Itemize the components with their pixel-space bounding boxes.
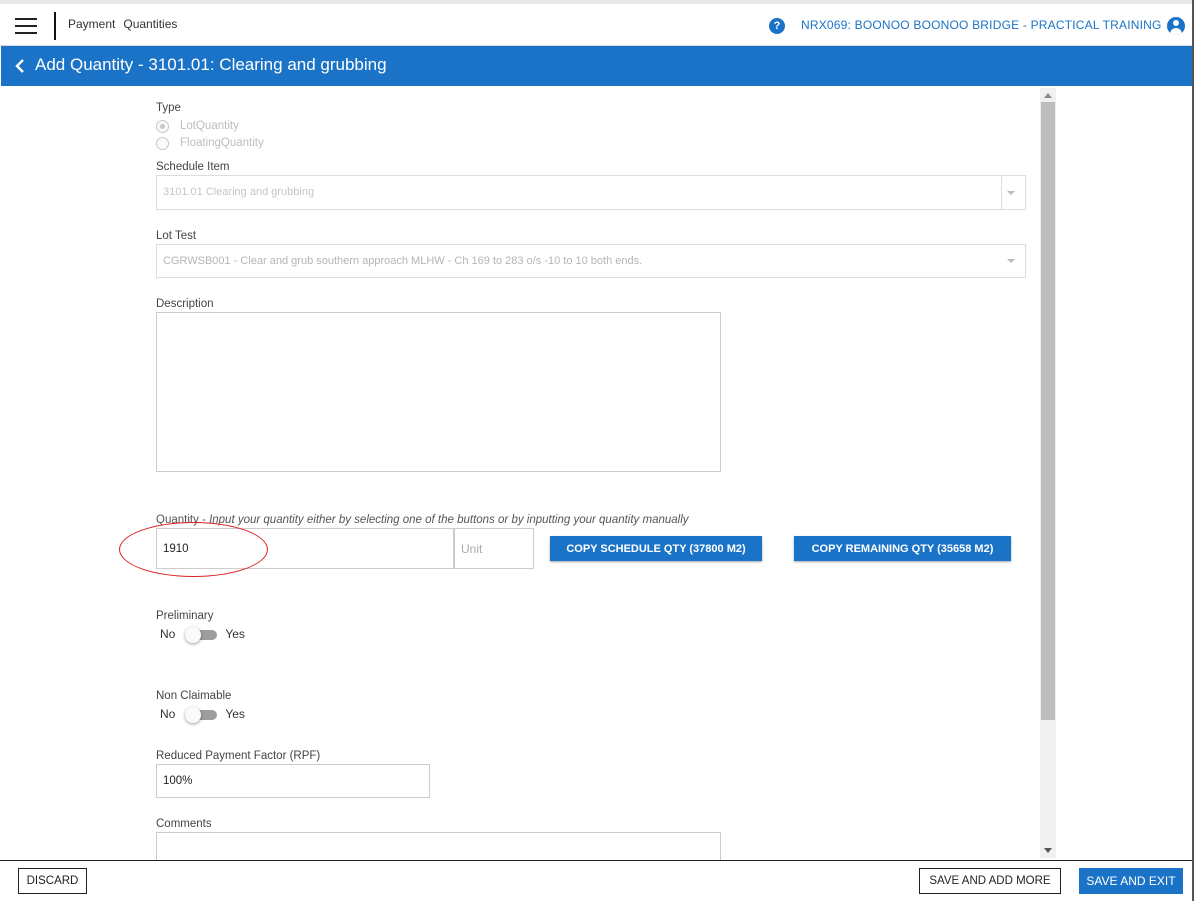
- comments-textarea[interactable]: [156, 832, 721, 860]
- schedule-item-value: 3101.01 Clearing and grubbing: [163, 186, 315, 198]
- quantity-hint: Input your quantity either by selecting …: [209, 514, 689, 526]
- red-highlight-circle: [119, 522, 268, 577]
- rpf-input[interactable]: 100%: [156, 764, 430, 798]
- scrollbar-thumb[interactable]: [1041, 102, 1055, 720]
- radio-lot-quantity[interactable]: LotQuantity: [156, 119, 239, 133]
- scroll-up-arrow-icon[interactable]: [1044, 93, 1052, 98]
- back-chevron-icon[interactable]: [13, 57, 27, 75]
- page-title: Add Quantity - 3101.01: Clearing and gru…: [35, 55, 387, 74]
- preliminary-label: Preliminary: [156, 610, 214, 622]
- copy-remaining-qty-button[interactable]: COPY REMAINING QTY (35658 M2): [794, 536, 1011, 561]
- divider: [54, 12, 56, 40]
- non-claimable-toggle[interactable]: [185, 707, 218, 723]
- non-claimable-label: Non Claimable: [156, 690, 232, 702]
- preliminary-toggle-row: No Yes: [160, 627, 245, 643]
- preliminary-toggle[interactable]: [185, 627, 218, 643]
- lot-test-select[interactable]: CGRWSB001 - Clear and grub southern appr…: [156, 244, 1026, 278]
- discard-button[interactable]: DISCARD: [18, 868, 87, 894]
- radio-floating-quantity[interactable]: FloatingQuantity: [156, 136, 264, 150]
- breadcrumb-payment[interactable]: Payment: [68, 17, 115, 31]
- vertical-scrollbar[interactable]: [1040, 88, 1056, 858]
- toggle-yes-label: Yes: [225, 707, 245, 721]
- toggle-yes-label: Yes: [225, 627, 245, 641]
- help-icon[interactable]: ?: [769, 18, 785, 34]
- toggle-no-label: No: [160, 627, 176, 641]
- radio-label: LotQuantity: [180, 120, 239, 132]
- breadcrumb-quantities[interactable]: Quantities: [123, 17, 177, 31]
- lot-test-value: CGRWSB001 - Clear and grub southern appr…: [163, 255, 643, 267]
- user-account-icon[interactable]: [1167, 17, 1185, 35]
- copy-schedule-qty-button[interactable]: COPY SCHEDULE QTY (37800 M2): [550, 536, 762, 561]
- schedule-item-select[interactable]: 3101.01 Clearing and grubbing: [156, 175, 1026, 210]
- page-title-bar: Add Quantity - 3101.01: Clearing and gru…: [1, 46, 1193, 86]
- rpf-label: Reduced Payment Factor (RPF): [156, 750, 321, 762]
- footer-action-bar: DISCARD SAVE AND ADD MORE SAVE AND EXIT: [0, 860, 1194, 901]
- schedule-item-label: Schedule Item: [156, 161, 230, 173]
- toggle-no-label: No: [160, 707, 176, 721]
- hamburger-menu-icon[interactable]: [15, 18, 37, 34]
- save-and-exit-button[interactable]: SAVE AND EXIT: [1079, 868, 1183, 894]
- project-name-link[interactable]: NRX069: BOONOO BOONOO BRIDGE - PRACTICAL…: [801, 18, 1162, 32]
- lot-test-label: Lot Test: [156, 230, 197, 242]
- breadcrumb: Payment Quantities: [68, 17, 185, 31]
- scroll-down-arrow-icon[interactable]: [1044, 848, 1052, 853]
- type-label: Type: [156, 102, 181, 114]
- description-label: Description: [156, 298, 214, 310]
- radio-label: FloatingQuantity: [180, 137, 264, 149]
- radio-button[interactable]: [156, 119, 169, 133]
- comments-label: Comments: [156, 818, 212, 830]
- top-bar: Payment Quantities ? NRX069: BOONOO BOONO…: [0, 0, 1194, 46]
- quantity-label: Quantity - Input your quantity either by…: [156, 514, 689, 526]
- chevron-down-icon: [1007, 191, 1015, 195]
- unit-input[interactable]: Unit: [454, 528, 534, 569]
- save-and-add-more-button[interactable]: SAVE AND ADD MORE: [919, 868, 1061, 894]
- description-textarea[interactable]: [156, 312, 721, 472]
- chevron-down-icon: [1007, 259, 1015, 263]
- non-claimable-toggle-row: No Yes: [160, 707, 245, 723]
- radio-button[interactable]: [156, 136, 169, 150]
